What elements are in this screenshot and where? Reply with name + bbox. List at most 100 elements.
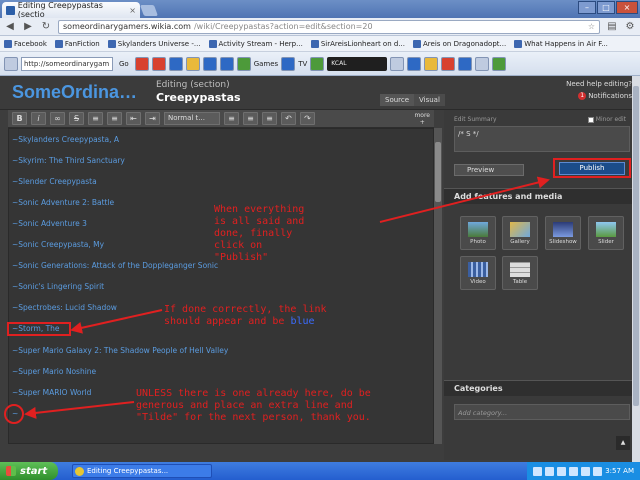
toolbar-url-input[interactable]: http://someordinarygam	[21, 56, 113, 71]
format-select[interactable]: Normal t...	[164, 112, 220, 125]
edit-summary-input[interactable]: /* S */	[454, 126, 630, 152]
tray-icon[interactable]	[533, 466, 543, 476]
minor-edit-checkbox[interactable]	[587, 116, 594, 123]
editor-line[interactable]: ~Super Mario Galaxy 2: The Shadow People…	[12, 346, 228, 355]
bookmark-air-force[interactable]: What Happens in Air F...	[514, 39, 608, 48]
browser-tab[interactable]: Editing Creepypastas (sectio ×	[2, 1, 140, 19]
extension-icon[interactable]	[424, 56, 439, 71]
add-gallery-button[interactable]: Gallery	[502, 216, 538, 250]
italic-button[interactable]: i	[31, 112, 46, 125]
need-help-link[interactable]: Need help editing?	[566, 80, 632, 88]
redo-icon[interactable]: ↷	[300, 112, 315, 125]
forward-icon[interactable]: ▶	[22, 21, 34, 33]
page-scrollbar-thumb[interactable]	[633, 86, 639, 406]
bookmark-dragonadopt[interactable]: Areis on Dragonadopt...	[413, 39, 506, 48]
bookmark-activity-stream[interactable]: Activity Stream - Herp...	[208, 39, 303, 48]
tab-source[interactable]: Source	[380, 94, 415, 106]
link-icon[interactable]: ∞	[50, 112, 65, 125]
editor-line[interactable]: ~Slender Creepypasta	[12, 177, 97, 186]
bookmark-facebook[interactable]: Facebook	[4, 39, 47, 48]
bookmark-sirareis[interactable]: SirAreisLionheart on d...	[310, 39, 405, 48]
reload-icon[interactable]: ↻	[40, 21, 52, 33]
add-slider-button[interactable]: Slider	[588, 216, 624, 250]
editor-line[interactable]: ~Super MARIO World	[12, 388, 91, 397]
notifications[interactable]: 1 Notifications	[578, 92, 632, 100]
editor-line[interactable]: ~Sonic Creepypasta, My	[12, 240, 104, 249]
more-button[interactable]: more +	[414, 112, 430, 126]
add-photo-button[interactable]: Photo	[460, 216, 496, 250]
tv-icon[interactable]	[281, 56, 296, 71]
extension-icon[interactable]	[475, 56, 490, 71]
editor-line[interactable]: ~Skyrim: The Third Sanctuary	[12, 156, 125, 165]
clock[interactable]: 3:57 AM	[605, 467, 634, 475]
games-icon[interactable]	[236, 56, 251, 71]
add-table-button[interactable]: Table	[502, 256, 538, 290]
close-tab-icon[interactable]: ×	[129, 6, 136, 15]
settings-wrench-icon[interactable]: ⚙	[624, 21, 636, 33]
align-right-icon[interactable]: ≡	[262, 112, 277, 125]
add-video-button[interactable]: Video	[460, 256, 496, 290]
extension-icon[interactable]	[492, 56, 507, 71]
preview-button[interactable]: Preview	[454, 164, 524, 176]
minor-edit-label: Minor edit	[595, 116, 626, 123]
extension-icon[interactable]	[458, 56, 473, 71]
align-left-icon[interactable]: ≡	[224, 112, 239, 125]
wiki-name[interactable]: SomeOrdina…	[12, 82, 137, 103]
page-menu-icon[interactable]: ▤	[606, 21, 618, 33]
minor-edit-toggle[interactable]: Minor edit	[587, 116, 626, 123]
collapse-rail-icon[interactable]: ▲	[616, 436, 630, 450]
network-icon[interactable]	[593, 466, 603, 476]
editor-scrollbar-thumb[interactable]	[435, 142, 441, 202]
close-window-button[interactable]: ×	[616, 1, 638, 14]
undo-icon[interactable]: ↶	[281, 112, 296, 125]
bold-button[interactable]: B	[12, 112, 27, 125]
tray-icon[interactable]	[569, 466, 579, 476]
weather-icon[interactable]	[185, 56, 200, 71]
facebook-icon[interactable]	[168, 56, 183, 71]
outdent-icon[interactable]: ⇤	[126, 112, 141, 125]
chat-icon[interactable]	[219, 56, 234, 71]
address-bar[interactable]: someordinarygamers.wikia.com/wiki/Creepy…	[58, 19, 600, 34]
editor-line[interactable]: ~Sonic Generations: Attack of the Dopple…	[12, 261, 218, 270]
toolbar-menu-icon[interactable]	[4, 56, 18, 71]
extension-icon[interactable]	[407, 56, 422, 71]
tray-icon[interactable]	[545, 466, 555, 476]
extension-icon[interactable]	[441, 56, 456, 71]
toolbar-go-button[interactable]: Go	[116, 60, 132, 68]
strikethrough-button[interactable]: S	[69, 112, 84, 125]
align-center-icon[interactable]: ≡	[243, 112, 258, 125]
back-icon[interactable]: ◀	[4, 21, 16, 33]
new-tab-button[interactable]	[139, 5, 159, 16]
minimize-button[interactable]: –	[578, 1, 596, 14]
editor-scrollbar[interactable]	[434, 128, 442, 444]
add-category-input[interactable]: Add category...	[454, 404, 630, 420]
games-label[interactable]: Games	[254, 60, 279, 68]
bookmark-star-icon[interactable]: ☆	[588, 22, 595, 31]
start-button[interactable]: start	[0, 462, 58, 480]
editor-line[interactable]: ~Sonic Adventure 3	[12, 219, 87, 228]
editor-line[interactable]: ~Skylanders Creepypasta, A	[12, 135, 119, 144]
volume-icon[interactable]	[390, 56, 405, 71]
tab-visual[interactable]: Visual	[414, 94, 445, 106]
editor-line[interactable]: ~Super Mario Noshine	[12, 367, 96, 376]
video-icon[interactable]	[134, 56, 149, 71]
numbered-list-icon[interactable]: ≡	[107, 112, 122, 125]
page-scrollbar[interactable]	[632, 76, 640, 462]
tray-icon[interactable]	[557, 466, 567, 476]
mail-icon[interactable]	[202, 56, 217, 71]
editor-line[interactable]: ~Sonic's Lingering Spirit	[12, 282, 104, 291]
volume-icon[interactable]	[581, 466, 591, 476]
add-slideshow-button[interactable]: Slideshow	[545, 216, 581, 250]
editor-line[interactable]: ~Sonic Adventure 2: Battle	[12, 198, 114, 207]
play-icon[interactable]	[310, 56, 325, 71]
bookmark-fanfiction[interactable]: FanFiction	[54, 39, 100, 48]
top-icon[interactable]	[151, 56, 166, 71]
bookmark-skylanders[interactable]: Skylanders Universe -...	[107, 39, 201, 48]
taskbar-item-browser[interactable]: Editing Creepypastas...	[72, 464, 212, 478]
maximize-button[interactable]: □	[597, 1, 615, 14]
editor-line[interactable]: ~Spectrobes: Lucid Shadow	[12, 303, 117, 312]
indent-icon[interactable]: ⇥	[145, 112, 160, 125]
radio-player[interactable]: KCAL	[327, 56, 388, 71]
tv-label[interactable]: TV	[298, 60, 307, 68]
bullet-list-icon[interactable]: ≡	[88, 112, 103, 125]
